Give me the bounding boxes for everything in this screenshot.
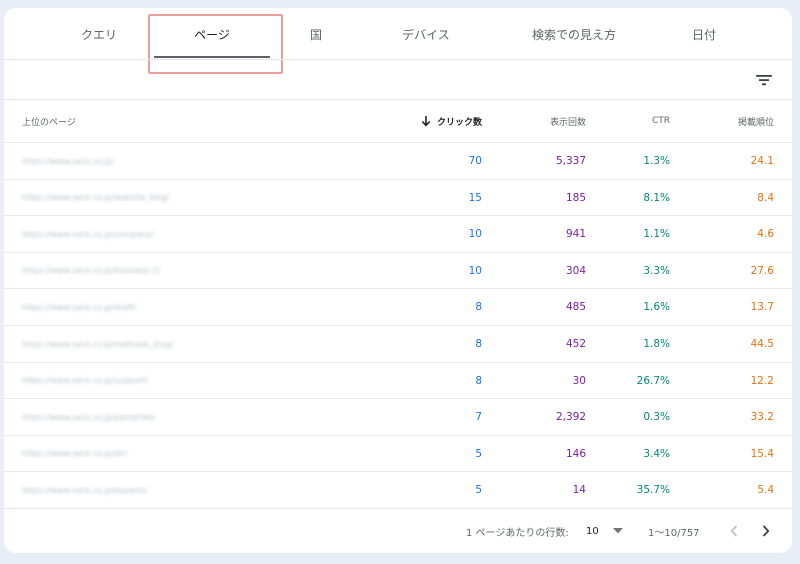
impressions-value: 941 bbox=[565, 228, 586, 241]
table-row[interactable]: https://www.seck.co.jp/business-2/ 10 30… bbox=[4, 251, 792, 289]
filter-button[interactable] bbox=[752, 68, 776, 92]
clicks-value: 5 bbox=[475, 484, 482, 497]
chevron-right-icon bbox=[762, 525, 770, 537]
column-header-impressions[interactable]: 表示回数 bbox=[484, 100, 586, 142]
impressions-value: 185 bbox=[565, 191, 586, 204]
page-range: 1〜10/757 bbox=[648, 527, 700, 539]
page-url[interactable]: https://www.seck.co.jp/support/ bbox=[22, 363, 148, 399]
clicks-value: 7 bbox=[475, 411, 482, 424]
table-row[interactable]: https://www.seck.co.jp/website_blog/ 15 … bbox=[4, 178, 792, 216]
clicks-value: 15 bbox=[468, 191, 482, 204]
tab-search-appearance[interactable]: 検索での見え方 bbox=[504, 8, 644, 60]
position-value: 27.6 bbox=[750, 264, 774, 277]
chevron-left-icon bbox=[730, 525, 738, 537]
position-value: 44.5 bbox=[750, 338, 774, 350]
ctr-value: 1.8% bbox=[643, 338, 670, 350]
impressions-value: 452 bbox=[565, 338, 586, 350]
table-row[interactable]: https://www.seck.co.jp/methods_blog/ 8 4… bbox=[4, 325, 792, 362]
clicks-value: 8 bbox=[475, 374, 482, 387]
prev-page-button[interactable] bbox=[726, 509, 742, 553]
position-value: 13.7 bbox=[750, 301, 774, 314]
table-header: 上位のページ クリック数 表示回数 CTR 掲載順位 bbox=[4, 100, 792, 142]
page-url[interactable]: https://www.seck.co.jp/company/ bbox=[22, 216, 154, 252]
impressions-value: 304 bbox=[565, 264, 586, 277]
tabs-divider bbox=[4, 59, 792, 60]
impressions-value: 5,337 bbox=[555, 155, 586, 167]
page-url[interactable]: https://www.seck.co.jp/ bbox=[22, 143, 114, 179]
page-url[interactable]: https://www.seck.co.jp/dx/ bbox=[22, 436, 127, 472]
table-row[interactable]: https://www.seck.co.jp/company/ 10 941 1… bbox=[4, 215, 792, 252]
position-value: 8.4 bbox=[757, 191, 774, 204]
clicks-value: 5 bbox=[475, 447, 482, 460]
position-value: 24.1 bbox=[750, 155, 774, 167]
tab-date[interactable]: 日付 bbox=[654, 8, 754, 60]
clicks-value: 10 bbox=[468, 228, 482, 241]
page-url[interactable]: https://www.seck.co.jp/methods_blog/ bbox=[22, 326, 174, 362]
arrow-down-icon bbox=[421, 116, 431, 127]
ctr-value: 8.1% bbox=[643, 191, 670, 204]
ctr-value: 0.3% bbox=[643, 411, 670, 424]
table-row[interactable]: https://www.seck.co.jp/ 70 5,337 1.3% 24… bbox=[4, 142, 792, 179]
impressions-value: 146 bbox=[565, 447, 586, 460]
column-header-clicks[interactable]: クリック数 bbox=[384, 100, 482, 142]
ctr-value: 35.7% bbox=[636, 484, 670, 497]
tab-country[interactable]: 国 bbox=[274, 8, 358, 60]
column-header-ctr[interactable]: CTR bbox=[588, 100, 670, 142]
rows-per-page-select[interactable]: 10 bbox=[586, 509, 626, 553]
page-url[interactable]: https://www.seck.co.jp/experts/ bbox=[22, 472, 147, 508]
next-page-button[interactable] bbox=[758, 509, 774, 553]
performance-card: クエリ ページ 国 デバイス 検索での見え方 日付 上位のページ クリック数 表… bbox=[4, 8, 792, 553]
impressions-value: 2,392 bbox=[555, 411, 586, 424]
clicks-value: 8 bbox=[475, 301, 482, 314]
table-row[interactable]: https://www.seck.co.jp/pamphlet/ 7 2,392… bbox=[4, 398, 792, 435]
column-header-position[interactable]: 掲載順位 bbox=[672, 100, 774, 142]
filter-icon bbox=[756, 75, 772, 86]
impressions-value: 30 bbox=[572, 374, 586, 387]
table-row[interactable]: https://www.seck.co.jp/dx/ 5 146 3.4% 15… bbox=[4, 434, 792, 472]
ctr-value: 3.3% bbox=[643, 264, 670, 277]
ctr-value: 1.3% bbox=[643, 155, 670, 167]
column-header-page: 上位のページ bbox=[22, 117, 76, 128]
position-value: 33.2 bbox=[750, 411, 774, 424]
column-header-clicks-label: クリック数 bbox=[436, 117, 482, 128]
table-row[interactable]: https://www.seck.co.jp/draft/ 8 485 1.6%… bbox=[4, 288, 792, 325]
page-url[interactable]: https://www.seck.co.jp/business-2/ bbox=[22, 253, 160, 289]
rows-per-page-label: 1 ページあたりの行数: bbox=[466, 527, 569, 539]
ctr-value: 1.6% bbox=[643, 301, 670, 314]
impressions-value: 14 bbox=[572, 484, 586, 497]
position-value: 15.4 bbox=[750, 447, 774, 460]
ctr-value: 3.4% bbox=[643, 447, 670, 460]
clicks-value: 70 bbox=[468, 155, 482, 167]
dimension-tabs: クエリ ページ 国 デバイス 検索での見え方 日付 bbox=[4, 8, 792, 60]
position-value: 4.6 bbox=[757, 228, 774, 241]
tab-query[interactable]: クエリ bbox=[24, 8, 174, 60]
active-tab-indicator bbox=[154, 56, 270, 58]
ctr-value: 1.1% bbox=[643, 228, 670, 241]
page-url[interactable]: https://www.seck.co.jp/pamphlet/ bbox=[22, 399, 155, 435]
tab-page[interactable]: ページ bbox=[154, 8, 270, 60]
ctr-value: 26.7% bbox=[636, 374, 670, 387]
position-value: 12.2 bbox=[750, 374, 774, 387]
impressions-value: 485 bbox=[565, 301, 586, 314]
rows-per-page-value: 10 bbox=[586, 525, 599, 537]
position-value: 5.4 bbox=[757, 484, 774, 497]
table-row[interactable]: https://www.seck.co.jp/support/ 8 30 26.… bbox=[4, 361, 792, 399]
triangle-down-icon bbox=[612, 528, 623, 534]
clicks-value: 8 bbox=[475, 338, 482, 350]
table-row[interactable]: https://www.seck.co.jp/experts/ 5 14 35.… bbox=[4, 471, 792, 508]
page-url[interactable]: https://www.seck.co.jp/website_blog/ bbox=[22, 180, 169, 216]
pagination-bar: 1 ページあたりの行数: 10 1〜10/757 bbox=[4, 509, 792, 553]
clicks-value: 10 bbox=[468, 264, 482, 277]
tab-device[interactable]: デバイス bbox=[366, 8, 486, 60]
page-url[interactable]: https://www.seck.co.jp/draft/ bbox=[22, 289, 136, 325]
